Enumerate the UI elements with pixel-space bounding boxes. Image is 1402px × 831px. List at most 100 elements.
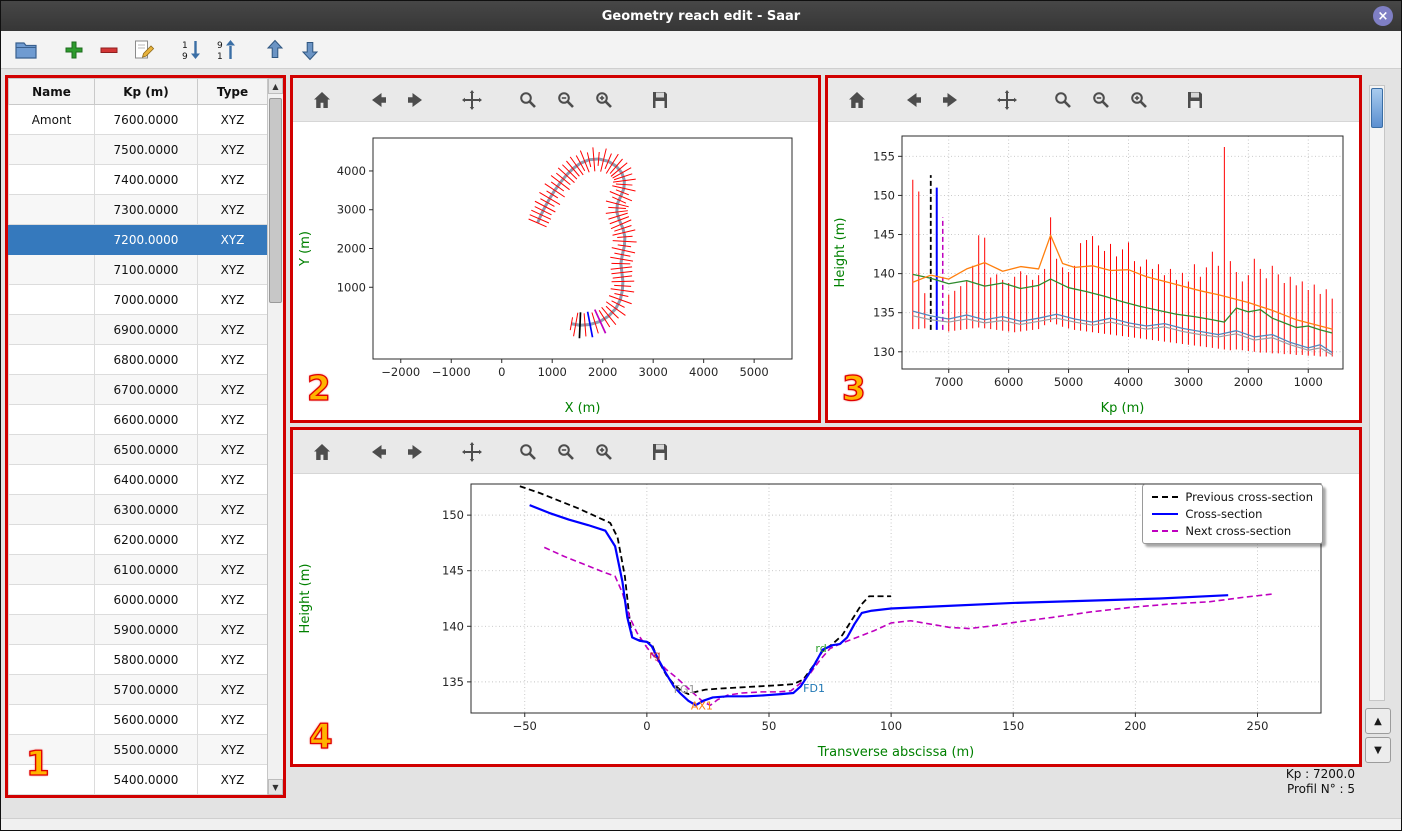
zoom-out-button[interactable]	[553, 439, 579, 465]
profile-up-button[interactable]: ▲	[1365, 708, 1391, 734]
table-row[interactable]: 5600.0000 XYZ	[8, 704, 267, 735]
sort-ascending-button[interactable]: 19	[177, 35, 207, 65]
table-row[interactable]: 7300.0000 XYZ	[8, 194, 267, 225]
scroll-down-icon[interactable]: ▼	[268, 779, 283, 795]
svg-text:9: 9	[182, 52, 188, 62]
cross-legend: Previous cross-section Cross-section Next …	[1142, 484, 1323, 544]
table-row[interactable]: 6300.0000 XYZ	[8, 494, 267, 525]
window-title: Geometry reach edit - Saar	[601, 8, 801, 24]
sort-desc-icon: 91	[217, 39, 235, 62]
table-row[interactable]: 7400.0000 XYZ	[8, 164, 267, 195]
svg-text:1000: 1000	[337, 280, 366, 294]
save-button[interactable]	[1182, 87, 1208, 113]
svg-text:145: 145	[442, 564, 464, 578]
home-button[interactable]	[309, 439, 335, 465]
table-row[interactable]: 6700.0000 XYZ	[8, 374, 267, 405]
forward-icon	[943, 92, 957, 107]
home-icon	[849, 91, 865, 108]
pan-button[interactable]	[459, 87, 485, 113]
table-cell: XYZ	[197, 254, 267, 285]
profile-plot: 7000 6000 5000 4000 3000 2000 1000 130 135 140 145…	[828, 122, 1359, 420]
zoom-out-button[interactable]	[553, 87, 579, 113]
table-row[interactable]: 6000.0000 XYZ	[8, 584, 267, 615]
move-profile-up-button[interactable]	[260, 35, 290, 65]
home-button[interactable]	[309, 87, 335, 113]
table-cell: 5900.0000	[94, 614, 198, 645]
table-cell: XYZ	[197, 104, 267, 135]
zoom-out-button[interactable]	[1088, 87, 1114, 113]
profile-chart[interactable]: 7000 6000 5000 4000 3000 2000 1000 130 135 140 145…	[828, 122, 1359, 420]
table-row[interactable]: 7100.0000 XYZ	[8, 254, 267, 285]
save-button[interactable]	[647, 439, 673, 465]
table-cell: XYZ	[197, 614, 267, 645]
table-cell	[8, 254, 95, 285]
table-cell	[8, 704, 95, 735]
edit-profile-button[interactable]	[129, 35, 159, 65]
table-cell: 6900.0000	[94, 314, 198, 345]
profile-scrollbar-thumb[interactable]	[1371, 88, 1383, 128]
table-row[interactable]: 5300.0000XYZ	[8, 794, 267, 795]
back-button[interactable]	[365, 439, 391, 465]
pan-button[interactable]	[994, 87, 1020, 113]
folder-icon	[15, 41, 37, 59]
table-row[interactable]: 7000.0000 XYZ	[8, 284, 267, 315]
table-row[interactable]: 6100.0000 XYZ	[8, 554, 267, 585]
table-row[interactable]: 6900.0000 XYZ	[8, 314, 267, 345]
table-row[interactable]: 7200.0000 XYZ	[8, 224, 267, 255]
table-cell: 5800.0000	[94, 644, 198, 675]
table-row[interactable]: 5800.0000 XYZ	[8, 644, 267, 675]
table-cell	[8, 494, 95, 525]
table-row[interactable]: 5700.0000 XYZ	[8, 674, 267, 705]
zoom-in-button[interactable]	[591, 87, 617, 113]
pan-button[interactable]	[459, 439, 485, 465]
forward-button[interactable]	[403, 439, 429, 465]
table-cell	[8, 314, 95, 345]
back-icon	[907, 92, 921, 107]
move-profile-down-button[interactable]	[295, 35, 325, 65]
table-row[interactable]: Amont 7600.0000 XYZ	[8, 104, 267, 135]
table-cell: XYZ	[197, 494, 267, 525]
table-cell: XYZ	[197, 794, 267, 795]
table-cell: 5400.0000	[94, 764, 198, 795]
table-cell: XYZ	[197, 284, 267, 315]
save-button[interactable]	[647, 87, 673, 113]
zoom-button[interactable]	[515, 87, 541, 113]
table-row[interactable]: 6600.0000 XYZ	[8, 404, 267, 435]
add-profile-button[interactable]	[59, 35, 89, 65]
close-button[interactable]: ×	[1373, 6, 1393, 26]
sort-descending-button[interactable]: 91	[212, 35, 242, 65]
back-button[interactable]	[365, 87, 391, 113]
scroll-up-icon[interactable]: ▲	[268, 78, 283, 94]
table-scrollbar[interactable]: ▲ ▼	[267, 78, 283, 795]
table-cell: 6200.0000	[94, 524, 198, 555]
zoom-in-button[interactable]	[1126, 87, 1152, 113]
home-button[interactable]	[844, 87, 870, 113]
table-cell	[8, 374, 95, 405]
open-file-button[interactable]	[11, 35, 41, 65]
table-row[interactable]: 7500.0000 XYZ	[8, 134, 267, 165]
table-row[interactable]: 5900.0000 XYZ	[8, 614, 267, 645]
delete-profile-button[interactable]	[94, 35, 124, 65]
legend-label: Cross-section	[1185, 507, 1263, 521]
back-button[interactable]	[900, 87, 926, 113]
table-scrollbar-thumb[interactable]	[269, 98, 282, 303]
forward-button[interactable]	[938, 87, 964, 113]
profile-down-button[interactable]: ▼	[1365, 737, 1391, 763]
svg-text:1000: 1000	[538, 365, 567, 379]
table-cell	[8, 194, 95, 225]
zoom-button[interactable]	[1050, 87, 1076, 113]
zoom-in-button[interactable]	[591, 439, 617, 465]
svg-text:4000: 4000	[689, 365, 718, 379]
table-row[interactable]: 6400.0000 XYZ	[8, 464, 267, 495]
svg-text:1: 1	[182, 41, 188, 51]
table-row[interactable]: 6200.0000 XYZ	[8, 524, 267, 555]
plan-chart[interactable]: −2000 −1000 0 1000 2000 3000 4000 5000 1000 2000 3…	[293, 122, 818, 420]
table-row[interactable]: 6500.0000 XYZ	[8, 434, 267, 465]
table-cell	[8, 674, 95, 705]
svg-text:Height (m): Height (m)	[833, 218, 848, 288]
svg-text:0: 0	[498, 365, 505, 379]
table-row[interactable]: 6800.0000 XYZ	[8, 344, 267, 375]
zoom-button[interactable]	[515, 439, 541, 465]
profile-scrollbar[interactable]	[1369, 85, 1385, 701]
forward-button[interactable]	[403, 87, 429, 113]
